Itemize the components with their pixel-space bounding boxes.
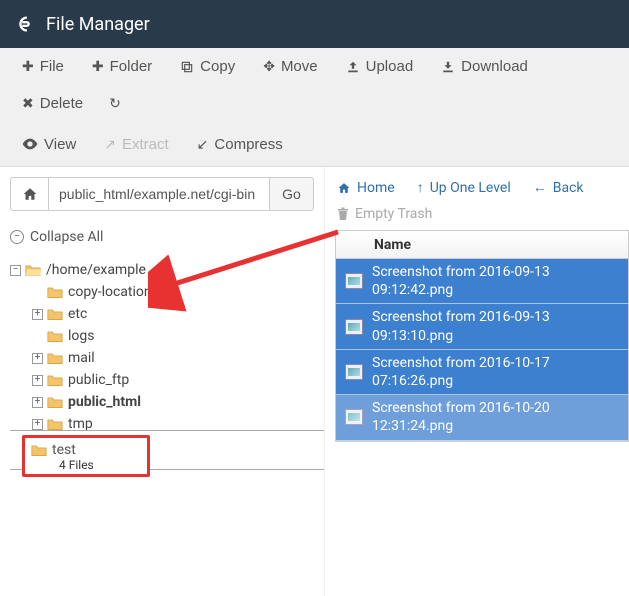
folder-icon [47,374,63,387]
trash-icon [337,207,349,221]
file-name: Screenshot from 2016-09-13 09:13:10.png [372,308,628,344]
folder-open-icon [25,264,41,277]
file-name: Screenshot from 2016-09-13 09:12:42.png [372,263,628,299]
folder-icon [47,330,63,343]
tree-item[interactable]: +tmp [10,413,314,435]
table-row[interactable]: Screenshot from 2016-09-13 09:13:10.png [336,304,628,349]
expand-icon[interactable]: + [32,375,43,386]
upload-button[interactable]: Upload [334,52,426,81]
compress-icon: ↙ [197,136,209,153]
file-image-icon [336,319,372,335]
breadcrumb-bar: Home ↑Up One Level ←Back [335,177,629,206]
folder-tree: − /home/example copy-location + etc logs + ma… [10,259,314,457]
tree-label: public_ftp [68,372,129,388]
move-icon: ✥ [263,58,275,75]
path-bar: Go [10,177,314,211]
refresh-icon: ↻ [109,95,121,112]
file-name: Screenshot from 2016-10-20 12:31:24.png [372,399,628,435]
home-icon [337,182,351,194]
toolbar: ✚File ✚Folder Copy ✥Move Upload Download… [0,48,629,167]
left-panel: Go − Collapse All − /home/example copy-l… [0,167,325,596]
collapse-icon: − [10,230,24,244]
expand-icon[interactable]: + [32,353,43,364]
drag-folder-label: test [52,442,76,458]
table-row[interactable]: Screenshot from 2016-10-17 07:16:26.png [336,350,628,395]
table-row[interactable]: Screenshot from 2016-09-13 09:12:42.png [336,259,628,304]
go-button[interactable]: Go [270,177,314,211]
extract-button: ↗Extract [92,130,180,159]
folder-icon [31,444,47,457]
upload-icon [346,60,360,74]
cpanel-logo [14,13,36,35]
download-icon [441,60,455,74]
drag-tooltip: test 4 Files [22,435,150,477]
delete-icon: ✖ [22,95,34,112]
up-icon: ↑ [417,179,424,196]
copy-button[interactable]: Copy [168,52,247,81]
file-image-icon [336,409,372,425]
home-icon [22,187,38,201]
copy-icon [180,60,194,74]
refresh-button[interactable]: ↻ [99,89,131,118]
folder-icon [47,396,63,409]
expand-icon[interactable]: + [32,309,43,320]
tree-label: etc [68,306,87,322]
tree-item[interactable]: + public_html [10,391,314,413]
plus-icon: ✚ [92,58,104,75]
crumb-home[interactable]: Home [337,179,395,196]
extract-icon: ↗ [104,136,116,153]
tree-item[interactable]: + mail [10,347,314,369]
compress-button[interactable]: ↙Compress [185,130,295,159]
right-panel: Home ↑Up One Level ←Back Empty Trash Nam… [325,167,629,596]
back-icon: ← [533,179,547,196]
tree-item[interactable]: logs [10,325,314,347]
file-name: Screenshot from 2016-10-17 07:16:26.png [372,354,628,390]
file-table: Name Screenshot from 2016-09-13 09:12:42… [335,230,629,442]
collapse-all-button[interactable]: − Collapse All [10,229,314,245]
tree-label: copy-location [68,284,152,300]
eye-icon [22,138,38,150]
plus-icon: ✚ [22,58,34,75]
crumb-back[interactable]: ←Back [533,179,584,196]
tree-label: public_html [68,394,141,410]
tree-label: logs [68,328,94,344]
path-input[interactable] [48,177,270,211]
file-button[interactable]: ✚File [10,52,76,81]
col-name[interactable]: Name [372,237,628,253]
view-button[interactable]: View [10,130,88,159]
app-header: File Manager [0,0,629,48]
folder-icon [47,352,63,365]
delete-button[interactable]: ✖Delete [10,89,95,118]
file-image-icon [336,273,372,289]
drag-count-label: 4 Files [31,458,141,472]
expand-icon[interactable]: + [32,397,43,408]
crumb-up[interactable]: ↑Up One Level [417,179,511,196]
folder-icon [47,308,63,321]
folder-button[interactable]: ✚Folder [80,52,164,81]
table-row[interactable]: Screenshot from 2016-10-20 12:31:24.png [336,395,628,440]
file-image-icon [336,364,372,380]
home-button[interactable] [10,177,48,211]
folder-icon [47,286,63,299]
app-title: File Manager [46,14,150,35]
expand-icon[interactable]: + [32,419,43,430]
tree-item[interactable]: copy-location [10,281,314,303]
folder-icon [47,418,63,431]
empty-trash-button: Empty Trash [335,206,629,230]
tree-root[interactable]: − /home/example [10,259,314,281]
tree-label: mail [68,350,95,366]
tree-item[interactable]: + public_ftp [10,369,314,391]
download-button[interactable]: Download [429,52,540,81]
move-button[interactable]: ✥Move [251,52,329,81]
tree-item[interactable]: + etc [10,303,314,325]
table-header: Name [336,231,628,259]
collapse-icon[interactable]: − [10,265,21,276]
main-area: Go − Collapse All − /home/example copy-l… [0,167,629,596]
